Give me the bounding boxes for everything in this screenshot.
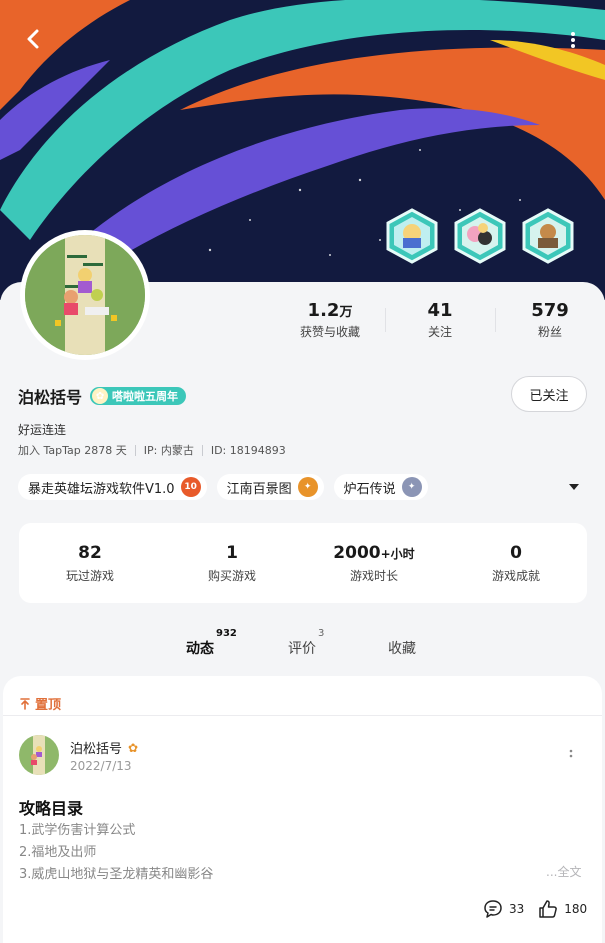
tab-feed-count: 932 <box>216 628 237 639</box>
user-meta: 加入 TapTap 2878 天 IP: 内蒙古 ID: 18194893 <box>18 442 286 458</box>
anniversary-icon: ✿ <box>92 388 109 404</box>
likes-number: 1.2 <box>307 300 340 321</box>
likes-label: 获赞与收藏 <box>299 325 360 339</box>
game-tag-label: 江南百景图 <box>226 481 292 497</box>
post-line: 2.福地及出师 <box>19 845 97 860</box>
like-button[interactable]: 180 <box>538 899 587 919</box>
game-level-icon: 10 <box>180 477 201 497</box>
comment-button[interactable]: 33 <box>483 899 524 919</box>
achievements-label: 游戏成就 <box>491 568 540 583</box>
bought-games-stat[interactable]: 1 购买游戏 <box>161 543 303 584</box>
like-count: 180 <box>564 902 588 916</box>
tab-favorites[interactable]: 收藏 <box>388 638 416 658</box>
pinned-text: 置顶 <box>35 698 62 713</box>
tab-feed[interactable]: 动态 932 <box>186 628 237 658</box>
game-tag[interactable]: 江南百景图 ✦ <box>216 474 324 500</box>
game-stats-card: 82 玩过游戏 1 购买游戏 2000+小时 游戏时长 0 游戏成就 <box>19 523 587 603</box>
badge-list <box>385 208 575 264</box>
meta-divider <box>201 444 203 456</box>
achievements-number: 0 <box>510 542 522 563</box>
thumbs-up-icon <box>539 900 558 918</box>
avatar-image <box>25 235 145 355</box>
following-stat[interactable]: 41 关注 <box>385 300 495 340</box>
ip-location: IP: 内蒙古 <box>143 444 194 457</box>
back-button[interactable] <box>18 24 48 54</box>
full-text-link[interactable]: ...全文 <box>546 863 581 880</box>
fans-label: 粉丝 <box>537 325 562 339</box>
post-card[interactable]: 置顶 泊松括号 ✿ 2022/7/13 攻略目录 1.武学伤害计算公式 2.福地… <box>3 676 602 943</box>
author-badge-icon: ✿ <box>128 740 139 755</box>
tab-reviews[interactable]: 评价 3 <box>288 628 324 658</box>
bought-games-number: 1 <box>226 542 238 563</box>
game-level-icon: ✦ <box>401 477 422 497</box>
post-author-avatar[interactable] <box>19 735 59 775</box>
post-line: 1.武学伤害计算公式 <box>19 823 136 838</box>
vertical-dots-icon <box>571 32 575 48</box>
comment-count: 33 <box>509 902 525 916</box>
pinned-label: 置顶 <box>19 694 61 713</box>
game-tags: 暴走英雄坛游戏软件V1.0 10 江南百景图 ✦ 炉石传说 ✦ <box>18 474 428 500</box>
post-author-name: 泊松括号 <box>70 742 123 757</box>
likes-unit: 万 <box>339 305 353 320</box>
fans-stat[interactable]: 579 粉丝 <box>495 300 605 340</box>
game-tag-label: 炉石传说 <box>343 481 396 497</box>
tab-favorites-label: 收藏 <box>388 641 416 657</box>
play-hours-stat[interactable]: 2000+小时 游戏时长 <box>303 543 445 584</box>
user-id: ID: 18194893 <box>210 443 286 457</box>
play-hours-label: 游戏时长 <box>349 568 398 583</box>
user-name: 泊松括号 <box>18 388 83 407</box>
avatar[interactable] <box>20 230 150 360</box>
follow-button[interactable]: 已关注 <box>511 376 587 412</box>
fans-number: 579 <box>531 300 569 321</box>
comment-icon <box>484 900 502 918</box>
played-games-number: 82 <box>78 542 102 563</box>
profile-stats: 1.2万 获赞与收藏 41 关注 579 粉丝 <box>275 300 605 340</box>
post-line: 3.威虎山地狱与圣龙精英和幽影谷 <box>19 867 214 882</box>
bought-games-label: 购买游戏 <box>207 568 256 583</box>
played-games-stat[interactable]: 82 玩过游戏 <box>19 543 161 584</box>
game-level-icon: ✦ <box>297 477 318 497</box>
following-number: 41 <box>427 300 453 321</box>
post-date: 2022/7/13 <box>70 759 132 773</box>
game-tag[interactable]: 暴走英雄坛游戏软件V1.0 10 <box>18 474 207 500</box>
achievements-stat[interactable]: 0 游戏成就 <box>445 543 587 584</box>
post-actions: 33 180 <box>483 899 587 919</box>
play-hours-number: 2000 <box>333 542 381 563</box>
likes-stat[interactable]: 1.2万 获赞与收藏 <box>275 300 385 340</box>
play-hours-suffix: +小时 <box>380 546 415 561</box>
post-more-icon[interactable] <box>566 748 576 762</box>
more-options-button[interactable] <box>563 26 583 54</box>
badge-hex-3[interactable] <box>521 208 575 264</box>
badge-hex-1[interactable] <box>385 208 439 264</box>
post-author[interactable]: 泊松括号 ✿ <box>70 738 139 758</box>
played-games-label: 玩过游戏 <box>65 568 114 583</box>
profile-page: 1.2万 获赞与收藏 41 关注 579 粉丝 泊松括号 ✿ 嗒啦啦五周年 已关… <box>0 0 605 943</box>
following-label: 关注 <box>427 325 452 339</box>
game-tag-label: 暴走英雄坛游戏软件V1.0 <box>28 481 175 497</box>
post-divider <box>3 715 602 716</box>
tab-reviews-count: 3 <box>318 628 325 639</box>
tab-feed-label: 动态 <box>186 641 214 657</box>
expand-tags-icon[interactable] <box>567 480 581 494</box>
game-tag[interactable]: 炉石传说 ✦ <box>333 474 428 500</box>
anniversary-badge[interactable]: ✿ 嗒啦啦五周年 <box>90 387 187 405</box>
name-row: 泊松括号 ✿ 嗒啦啦五周年 <box>18 384 187 408</box>
joined-days: 加入 TapTap 2878 天 <box>18 444 127 457</box>
tab-reviews-label: 评价 <box>288 641 316 657</box>
anniversary-label: 嗒啦啦五周年 <box>112 390 179 403</box>
chevron-left-icon <box>27 29 39 49</box>
badge-hex-2[interactable] <box>453 208 507 264</box>
user-bio: 好运连连 <box>18 423 67 437</box>
content-tabs: 动态 932 评价 3 收藏 <box>0 628 605 666</box>
post-title: 攻略目录 <box>19 799 84 818</box>
pin-icon <box>20 697 30 710</box>
meta-divider <box>134 444 136 456</box>
